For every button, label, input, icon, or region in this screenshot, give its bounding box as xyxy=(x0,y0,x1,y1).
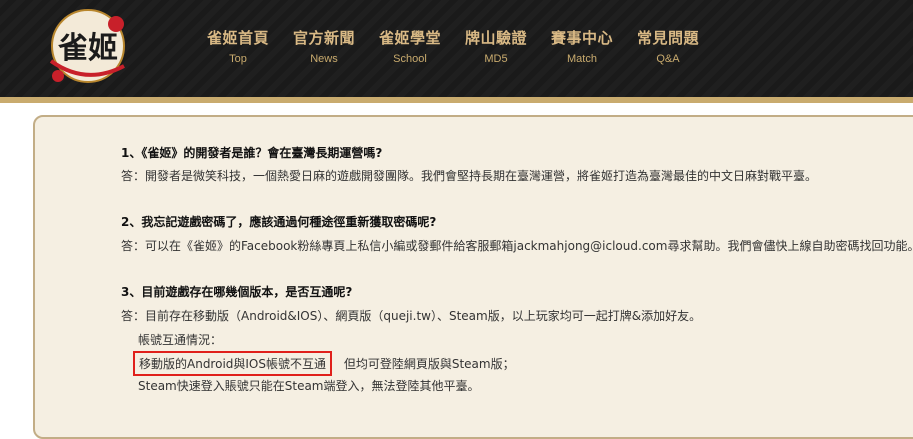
faq-panel: 1、《雀姬》的開發者是誰？會在臺灣長期運營嗎? 答：開發者是微笑科技，一個熱愛日… xyxy=(33,115,913,439)
faq-question-1: 1、《雀姬》的開發者是誰？會在臺灣長期運營嗎? xyxy=(121,146,383,160)
nav-label-zh: 賽事中心 xyxy=(550,29,613,47)
nav-item-qa[interactable]: 常見問題 Q&A xyxy=(628,28,708,66)
nav-label-en: School xyxy=(393,53,427,65)
nav-label-zh: 雀姬學堂 xyxy=(378,29,441,47)
faq-question-3: 3、目前遊戲存在哪幾個版本，是否互通呢? xyxy=(121,285,353,299)
faq-question-2: 2、我忘記遊戲密碼了，應該通過何種途徑重新獲取密碼呢? xyxy=(121,215,437,229)
faq-answer-2: 答：可以在《雀姬》的Facebook粉絲專頁上私信小編或發郵件給客服郵箱jack… xyxy=(121,239,913,253)
site-header: 雀姬 雀姬首頁 Top 官方新聞 News 雀姬學堂 School 牌山驗證 M… xyxy=(0,0,913,97)
faq-answer-3-sub1: 帳號互通情況： xyxy=(138,333,223,347)
nav-label-zh: 牌山驗證 xyxy=(464,29,527,47)
header-divider xyxy=(0,97,913,103)
nav-label-en: Top xyxy=(229,53,247,65)
nav-item-school[interactable]: 雀姬學堂 School xyxy=(370,28,450,66)
nav-item-match[interactable]: 賽事中心 Match xyxy=(542,28,622,66)
queji-logo[interactable]: 雀姬 xyxy=(36,6,136,92)
nav-label-zh: 常見問題 xyxy=(636,29,699,47)
faq-answer-3-sub3: Steam快速登入賬號只能在Steam端登入，無法登陸其他平臺。 xyxy=(138,379,480,393)
nav-label-en: Q&A xyxy=(656,53,680,65)
nav-item-top[interactable]: 雀姬首頁 Top xyxy=(198,28,278,66)
faq-answer-3-sub2-rest: 但均可登陸網頁版與Steam版； xyxy=(343,357,515,371)
nav-item-news[interactable]: 官方新聞 News xyxy=(284,28,364,66)
nav-item-md5[interactable]: 牌山驗證 MD5 xyxy=(456,28,536,66)
nav-label-zh: 官方新聞 xyxy=(292,29,355,47)
faq-answer-3: 答：目前存在移動版（Android&IOS）、網頁版（queji.tw）、Ste… xyxy=(121,309,702,323)
highlighted-note: 移動版的Android與IOS帳號不互通 xyxy=(133,351,332,376)
logo-text: 雀姬 xyxy=(58,31,118,66)
nav-label-en: News xyxy=(310,53,338,65)
faq-answer-1: 答：開發者是微笑科技，一個熱愛日麻的遊戲開發團隊。我們會堅持長期在臺灣運營，將雀… xyxy=(121,169,818,183)
faq-answer-3-sub2: 移動版的Android與IOS帳號不互通 但均可登陸網頁版與Steam版； xyxy=(133,351,515,376)
nav-label-en: Match xyxy=(567,53,597,65)
nav-label-zh: 雀姬首頁 xyxy=(206,29,269,47)
nav-label-en: MD5 xyxy=(484,53,508,65)
